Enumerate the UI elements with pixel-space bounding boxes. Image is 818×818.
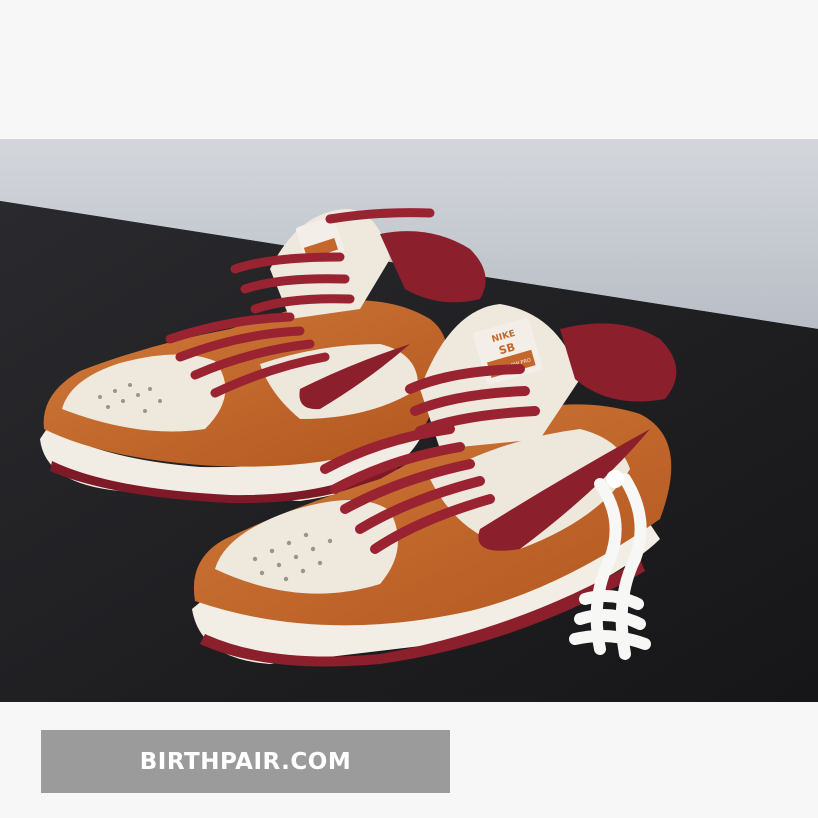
sneaker-photo-illustration: NIKE SB DUNK LOW PRO: [0, 139, 818, 702]
product-image-page: NIKE SB DUNK LOW PRO BIRTHPAIR.COM: [0, 0, 818, 818]
product-photo: NIKE SB DUNK LOW PRO: [0, 139, 818, 702]
watermark-banner: BIRTHPAIR.COM: [41, 730, 450, 793]
watermark-text: BIRTHPAIR.COM: [139, 748, 352, 775]
